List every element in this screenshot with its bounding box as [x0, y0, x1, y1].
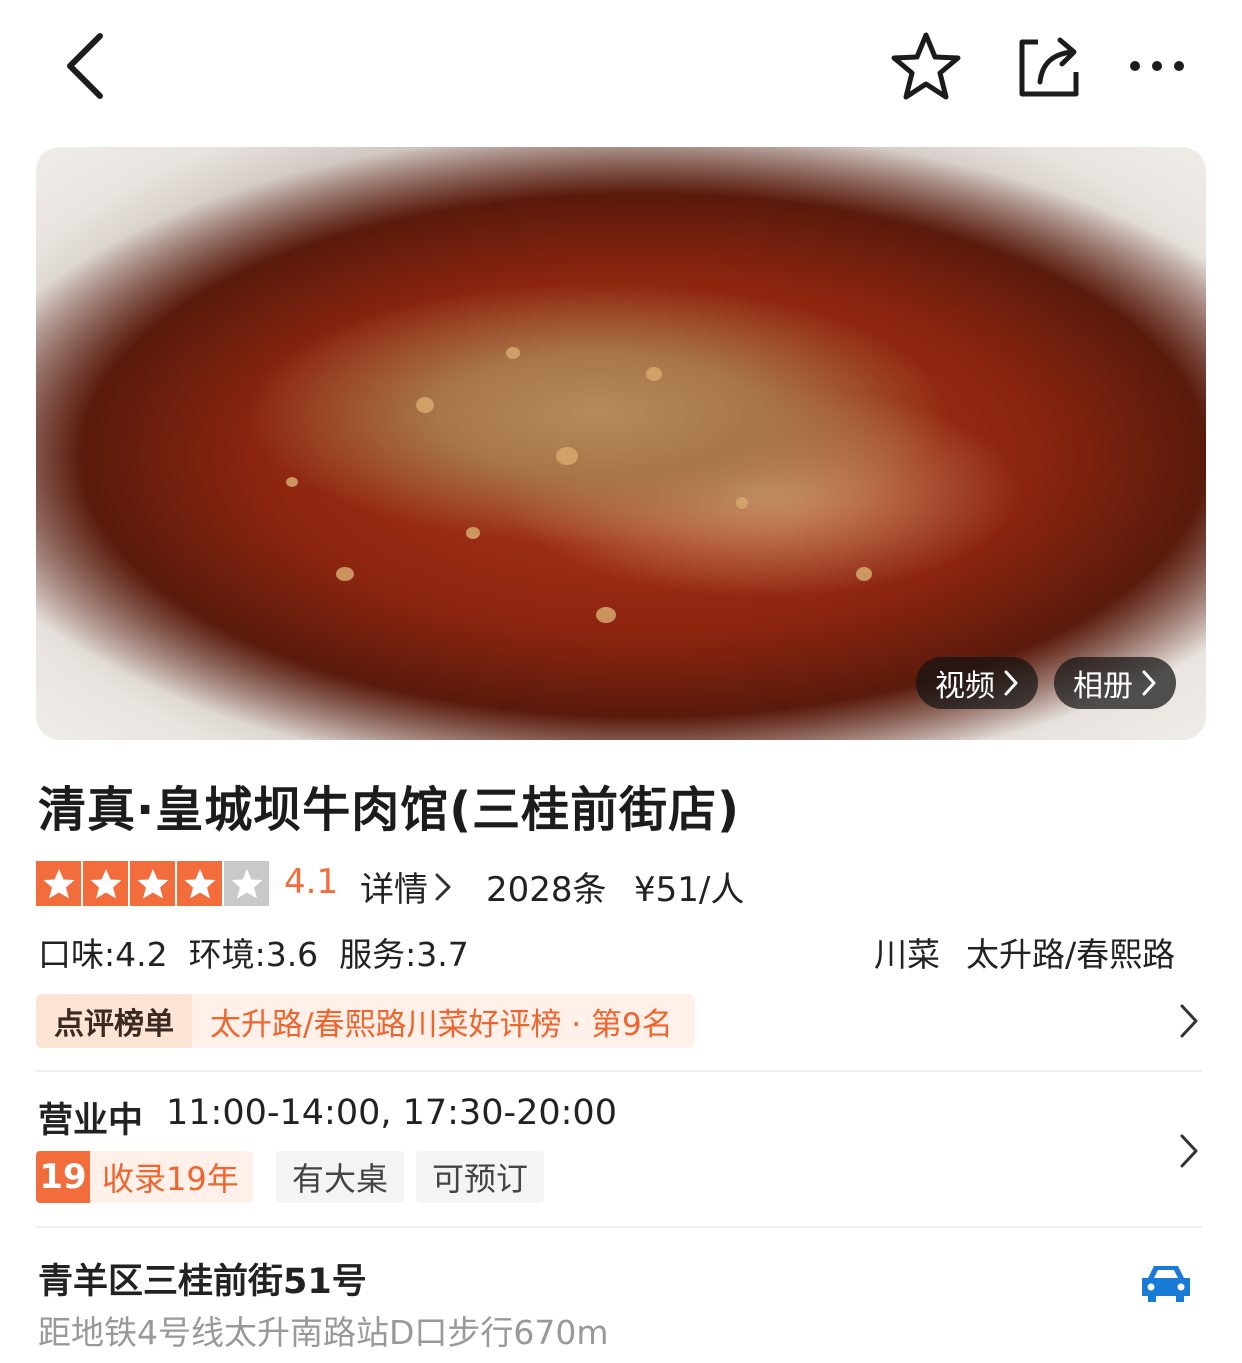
star-filled-icon	[177, 861, 222, 906]
star-empty-icon	[224, 861, 269, 906]
ranking-badge-label: 点评榜单	[54, 1007, 174, 1042]
more-horizontal-icon	[1130, 61, 1184, 71]
shop-name: 清真·皇城坝牛肉馆(三桂前街店)	[38, 782, 741, 838]
back-button[interactable]	[52, 30, 116, 102]
divider	[36, 1070, 1202, 1072]
star-filled-icon	[130, 861, 175, 906]
ranking-tag[interactable]: 点评榜单 太升路/春熙路川菜好评榜 · 第9名	[36, 994, 695, 1048]
area-label[interactable]: 太升路/春熙路	[966, 928, 1175, 976]
chevron-right-icon	[1142, 670, 1156, 696]
open-status: 营业中	[38, 1101, 144, 1141]
transit-info: 距地铁4号线太升南路站D口步行670m	[38, 1313, 609, 1352]
price-per-person: ¥51/人	[634, 870, 745, 910]
chevron-right-icon	[1004, 670, 1018, 696]
rating-score: 4.1	[284, 862, 339, 902]
favorite-button[interactable]	[886, 30, 966, 102]
ranking-text: 太升路/春熙路川菜好评榜 · 第9名	[192, 994, 695, 1048]
video-label: 视频	[935, 669, 995, 704]
share-button[interactable]	[1010, 30, 1086, 102]
details-label: 详情	[360, 870, 428, 910]
navigation-car-button[interactable]	[1138, 1262, 1194, 1306]
big-table-tag: 有大桌	[276, 1151, 405, 1203]
divider	[36, 1226, 1202, 1228]
details-link[interactable]: 详情	[360, 862, 452, 911]
opening-hours: 11:00-14:00, 17:30-20:00	[166, 1093, 617, 1133]
reservable-tag: 可预订	[416, 1151, 545, 1203]
address-line[interactable]: 青羊区三桂前街51号	[38, 1253, 367, 1304]
chevron-right-icon	[435, 873, 451, 900]
share-icon	[1019, 37, 1079, 97]
chevron-left-icon	[67, 33, 103, 99]
hero-food-photo[interactable]	[36, 147, 1206, 740]
cuisine-label[interactable]: 川菜	[874, 928, 940, 976]
more-button[interactable]	[1124, 40, 1190, 92]
ranking-chevron-icon[interactable]	[1178, 1002, 1200, 1040]
car-icon	[1142, 1266, 1190, 1302]
hours-chevron-icon[interactable]	[1178, 1132, 1200, 1170]
album-button[interactable]: 相册	[1054, 657, 1176, 709]
ranking-badge: 点评榜单	[36, 994, 192, 1048]
years-number: 19	[36, 1151, 90, 1203]
album-label: 相册	[1073, 669, 1133, 704]
star-filled-icon	[36, 861, 81, 906]
video-button[interactable]: 视频	[916, 657, 1038, 709]
star-filled-icon	[83, 861, 128, 906]
star-rating	[36, 861, 269, 906]
listed-years-tag: 19 收录19年	[36, 1151, 253, 1203]
star-outline-icon	[891, 32, 961, 100]
years-label: 收录19年	[102, 1160, 239, 1198]
sub-scores: 口味:4.2 环境:3.6 服务:3.7	[38, 935, 469, 974]
review-count[interactable]: 2028条	[486, 862, 607, 911]
